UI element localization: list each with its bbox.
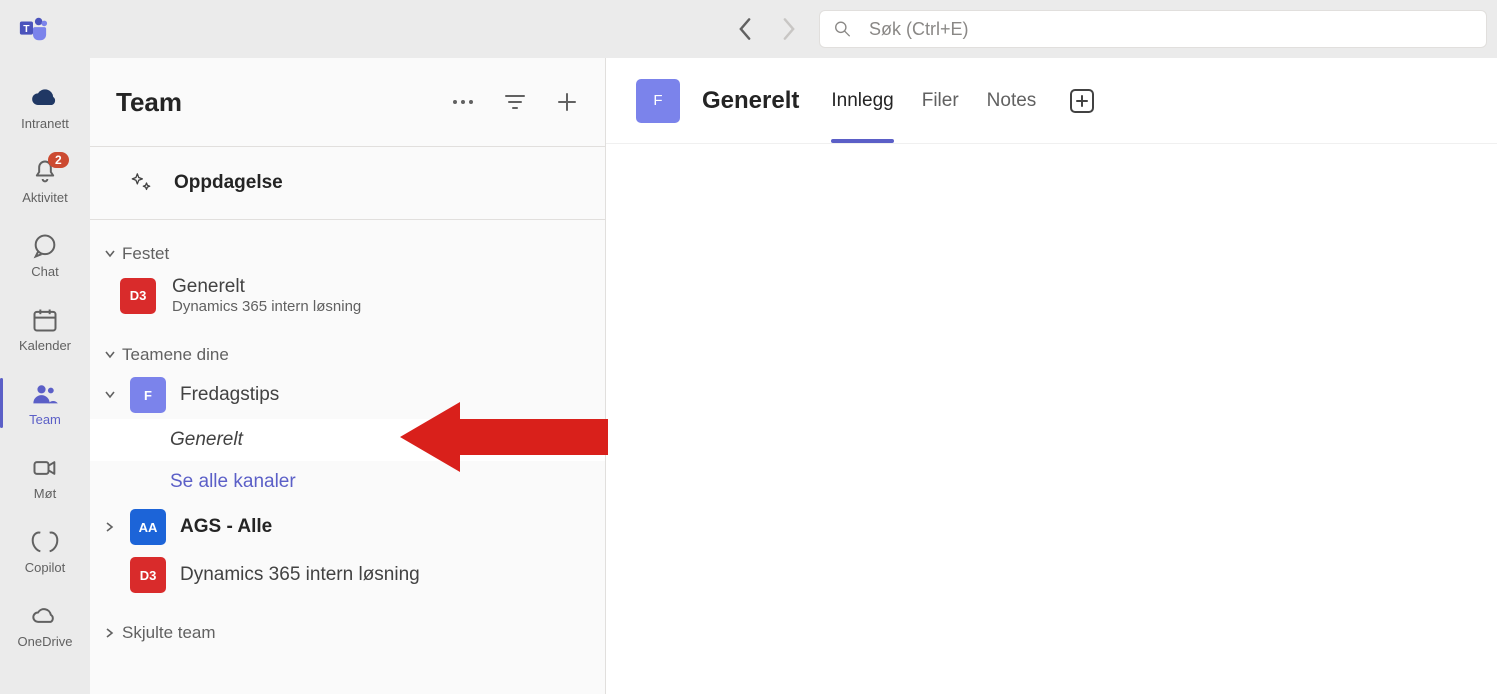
team-name: Dynamics 365 intern løsning [180, 564, 420, 586]
rail-label: Møt [34, 486, 56, 501]
rail-item-onedrive[interactable]: OneDrive [0, 590, 90, 660]
main-content: F Generelt Innlegg Filer Notes [606, 58, 1497, 694]
tab-label: Notes [987, 90, 1037, 112]
nav-back-button[interactable] [735, 19, 755, 39]
panel-title: Team [116, 87, 182, 118]
team-avatar: D3 [120, 278, 156, 314]
team-avatar: AA [130, 509, 166, 545]
chat-icon [31, 232, 59, 260]
rail-item-team[interactable]: Team [0, 368, 90, 438]
team-name: Fredagstips [180, 384, 279, 406]
tab-innlegg[interactable]: Innlegg [831, 58, 893, 143]
teams-panel: Team Oppdagelse Festet D3 [90, 58, 606, 694]
rail-label: Copilot [25, 560, 65, 575]
cloud-icon [31, 84, 59, 112]
content-header: F Generelt Innlegg Filer Notes [606, 58, 1497, 144]
rail-label: Intranett [21, 116, 69, 131]
search-input[interactable] [869, 19, 1472, 40]
rail-item-mot[interactable]: Møt [0, 442, 90, 512]
search-icon [834, 20, 851, 38]
team-name: AGS - Alle [180, 516, 272, 538]
pinned-subtitle: Dynamics 365 intern løsning [172, 298, 361, 315]
team-row-dynamics365[interactable]: D3 Dynamics 365 intern løsning [90, 551, 605, 599]
caret-right-icon [104, 627, 116, 639]
activity-badge: 2 [48, 152, 69, 168]
section-label: Teamene dine [122, 345, 229, 365]
section-label: Festet [122, 244, 169, 264]
rail-item-copilot[interactable]: Copilot [0, 516, 90, 586]
channel-title: Generelt [702, 87, 799, 115]
caret-down-icon [104, 248, 116, 260]
discovery-label: Oppdagelse [174, 172, 283, 194]
add-tab-button[interactable] [1070, 89, 1094, 113]
rail-label: Aktivitet [22, 190, 68, 205]
pinned-title: Generelt [172, 276, 361, 298]
pinned-channel-generelt[interactable]: D3 Generelt Dynamics 365 intern løsning [90, 270, 605, 321]
more-options-button[interactable] [451, 90, 475, 114]
section-pinned-header[interactable]: Festet [90, 238, 605, 270]
team-row-ags-alle[interactable]: AA AGS - Alle [90, 503, 605, 551]
rail-item-kalender[interactable]: Kalender [0, 294, 90, 364]
rail-item-aktivitet[interactable]: 2 Aktivitet [0, 146, 90, 216]
section-your-teams-header[interactable]: Teamene dine [90, 339, 605, 371]
rail-item-intranett[interactable]: Intranett [0, 72, 90, 142]
channel-avatar: F [636, 79, 680, 123]
caret-right-icon [104, 521, 116, 533]
create-team-button[interactable] [555, 90, 579, 114]
rail-label: OneDrive [18, 634, 73, 649]
sparkle-icon [130, 172, 152, 194]
calendar-icon [31, 306, 59, 334]
channel-label: Se alle kanaler [170, 471, 296, 493]
rail-label: Kalender [19, 338, 71, 353]
rail-label: Chat [31, 264, 58, 279]
section-hidden-teams-header[interactable]: Skjulte team [90, 617, 605, 649]
caret-down-icon [104, 389, 116, 401]
filter-button[interactable] [503, 90, 527, 114]
nav-forward-button[interactable] [779, 19, 799, 39]
plus-icon [1076, 95, 1088, 107]
teams-logo-icon: T [18, 14, 48, 44]
section-label: Skjulte team [122, 623, 216, 643]
people-icon [31, 380, 59, 408]
channel-generelt[interactable]: Generelt [90, 419, 605, 461]
team-avatar: D3 [130, 557, 166, 593]
channel-see-all[interactable]: Se alle kanaler [90, 461, 605, 503]
tab-notes[interactable]: Notes [987, 58, 1037, 143]
rail-label: Team [29, 412, 61, 427]
title-bar: T [0, 0, 1497, 58]
tab-label: Innlegg [831, 90, 893, 112]
onedrive-icon [31, 602, 59, 630]
app-rail: Intranett 2 Aktivitet Chat Kalender Team [0, 58, 90, 694]
search-bar[interactable] [819, 10, 1487, 48]
tab-filer[interactable]: Filer [922, 58, 959, 143]
channel-label: Generelt [170, 429, 243, 451]
video-icon [31, 454, 59, 482]
team-avatar: F [130, 377, 166, 413]
rail-item-chat[interactable]: Chat [0, 220, 90, 290]
tab-label: Filer [922, 90, 959, 112]
discovery-row[interactable]: Oppdagelse [90, 146, 605, 220]
svg-text:T: T [23, 24, 30, 35]
copilot-icon [31, 528, 59, 556]
caret-down-icon [104, 349, 116, 361]
